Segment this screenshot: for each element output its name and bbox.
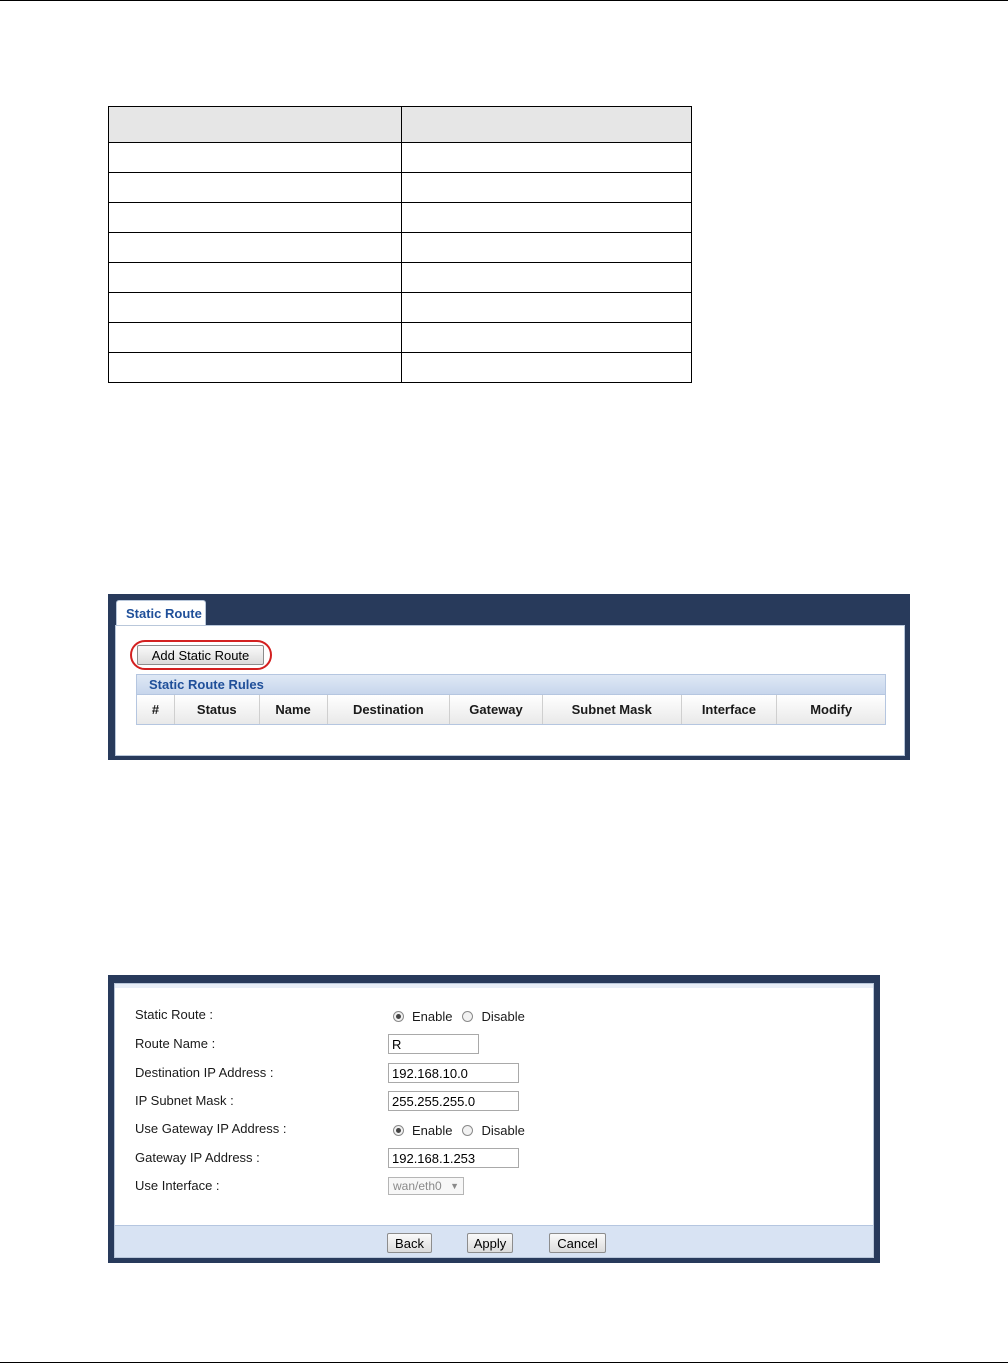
gateway-ip-input[interactable]: 192.168.1.253: [388, 1148, 519, 1168]
tab-static-route[interactable]: Static Route: [116, 600, 206, 626]
col-modify: Modify: [810, 702, 853, 717]
static-route-disable-label: Disable: [481, 1009, 525, 1024]
apply-button[interactable]: Apply: [467, 1233, 513, 1253]
use-gateway-enable-radio[interactable]: [393, 1125, 404, 1136]
static-route-screen: Static Route Add Static Route Static Rou…: [108, 594, 910, 760]
route-form-panel: Static Route : Enable Disable Route Name…: [114, 983, 874, 1258]
route-name-input[interactable]: R: [388, 1034, 479, 1054]
top-rule: [0, 0, 1008, 1]
route-form-screen: Static Route : Enable Disable Route Name…: [108, 975, 880, 1263]
col-index: #: [137, 695, 175, 724]
subnet-mask-input[interactable]: 255.255.255.0: [388, 1091, 519, 1111]
use-interface-label: Use Interface :: [135, 1178, 220, 1193]
destination-ip-label: Destination IP Address :: [135, 1065, 274, 1080]
subnet-mask-label: IP Subnet Mask :: [135, 1093, 234, 1108]
table-row: [108, 172, 692, 203]
form-top-strip: [115, 984, 873, 988]
use-gateway-label: Use Gateway IP Address :: [135, 1121, 287, 1136]
tab-label: Static Route: [126, 606, 202, 621]
form-button-bar: Back Apply Cancel: [115, 1225, 873, 1257]
rules-title-bar: Static Route Rules: [136, 674, 886, 695]
static-route-enable-label: Enable: [412, 1009, 453, 1024]
table-row: [108, 262, 692, 293]
rules-title: Static Route Rules: [149, 677, 264, 692]
blank-table: [108, 106, 692, 383]
gateway-ip-label: Gateway IP Address :: [135, 1150, 260, 1165]
chevron-down-icon: ▼: [450, 1181, 459, 1191]
col-subnet-mask: Subnet Mask: [543, 695, 682, 724]
table-row: [108, 322, 692, 353]
table-row: [108, 352, 692, 383]
add-static-route-button[interactable]: Add Static Route: [137, 645, 264, 665]
static-route-disable-radio[interactable]: [462, 1011, 474, 1022]
table-row: [108, 292, 692, 323]
static-route-enable-radio[interactable]: [393, 1011, 404, 1022]
table-header-row: [108, 106, 692, 143]
destination-ip-input[interactable]: 192.168.10.0: [388, 1063, 519, 1083]
interface-select[interactable]: wan/eth0 ▼: [388, 1177, 464, 1195]
static-route-panel: Add Static Route Static Route Rules # St…: [115, 625, 905, 756]
route-name-label: Route Name :: [135, 1036, 216, 1051]
static-route-radio-group: Enable Disable: [393, 1009, 525, 1024]
use-gateway-disable-radio[interactable]: [462, 1125, 474, 1136]
table-row: [108, 232, 692, 263]
col-status: Status: [175, 695, 260, 724]
use-gateway-enable-label: Enable: [412, 1123, 453, 1138]
rules-table-header: # Status Name Destination Gateway Subnet…: [136, 695, 886, 725]
col-destination: Destination: [328, 695, 451, 724]
col-interface: Interface: [682, 695, 778, 724]
use-gateway-radio-group: Enable Disable: [393, 1123, 525, 1138]
col-gateway: Gateway: [450, 695, 543, 724]
cancel-button[interactable]: Cancel: [549, 1233, 606, 1253]
static-route-label: Static Route :: [135, 1007, 214, 1022]
col-name: Name: [260, 695, 328, 724]
bottom-rule: [0, 1362, 1008, 1363]
use-gateway-disable-label: Disable: [481, 1123, 525, 1138]
interface-select-value: wan/eth0: [393, 1179, 442, 1193]
back-button[interactable]: Back: [387, 1233, 432, 1253]
table-row: [108, 202, 692, 233]
table-row: [108, 142, 692, 173]
